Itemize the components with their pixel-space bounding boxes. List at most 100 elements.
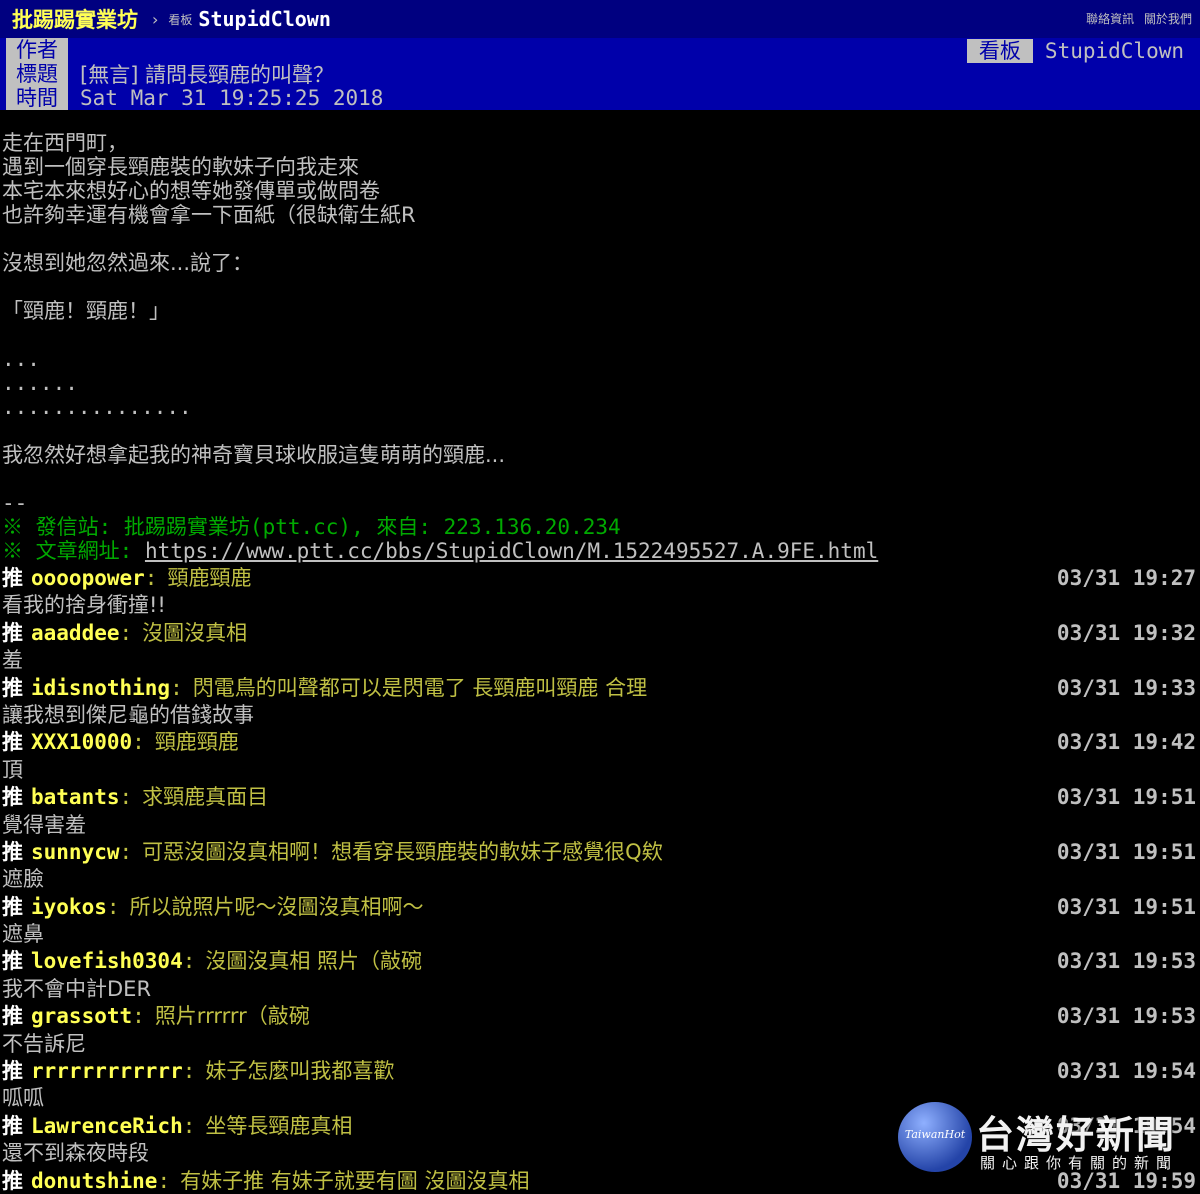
push-user: XXX10000 <box>31 730 133 755</box>
push-message: 閃電鳥的叫聲都可以是閃電了 長頸鹿叫頸鹿 合理 <box>192 675 648 700</box>
push-time: 03/31 19:51 <box>1056 839 1196 864</box>
push-tag: 推 <box>2 949 23 974</box>
push-reply: 覺得害羞 <box>2 812 86 837</box>
push-comment: 推 iyokos: 所以說照片呢～沒圖沒真相啊～ 03/31 19:51 <box>0 894 1200 921</box>
content-line: 我忽然好想拿起我的神奇寶貝球收服這隻萌萌的頸鹿... <box>2 443 506 467</box>
content-line <box>2 323 1198 347</box>
push-comment: 推 grassott: 照片rrrrrr（敲碗 03/31 19:53 <box>0 1003 1200 1030</box>
push-tag: 推 <box>2 620 23 645</box>
push-message: 可惡沒圖沒真相啊！想看穿長頸鹿裝的軟妹子感覺很Q欸 <box>142 839 663 864</box>
push-reply: 羞 <box>2 648 23 673</box>
push-user: rrrrrrrrrrrr <box>31 1059 183 1084</box>
content-line: 沒想到她忽然過來...說了： <box>2 251 254 275</box>
push-reply: 頂 <box>2 757 23 782</box>
push-message: 妹子怎麼叫我都喜歡 <box>205 1059 395 1084</box>
taiwanhot-watermark: TaiwanHot 台灣好新聞 關心跟你有關的新聞 <box>896 1100 1196 1178</box>
push-comment: 推 rrrrrrrrrrrr: 妹子怎麼叫我都喜歡 03/31 19:54 <box>0 1058 1200 1085</box>
time-value: Sat Mar 31 19:25:25 2018 <box>80 86 384 110</box>
push-message: 求頸鹿真面目 <box>142 785 269 810</box>
meta-board-row: 看板 StupidClown <box>966 39 1184 63</box>
meta-time-row: 時間 Sat Mar 31 19:25:25 2018 <box>0 86 383 110</box>
push-message: 所以說照片呢～沒圖沒真相啊～ <box>129 894 424 919</box>
push-comment: 推 aaaddee: 沒圖沒真相 03/31 19:32 <box>0 620 1200 647</box>
push-comment: 推 idisnothing: 閃電鳥的叫聲都可以是閃電了 長頸鹿叫頸鹿 合理 03/3… <box>0 675 1200 702</box>
push-user: idisnothing <box>31 675 171 700</box>
push-time: 03/31 19:51 <box>1056 894 1196 919</box>
push-time: 03/31 19:42 <box>1056 730 1196 755</box>
push-comment: 推 oooopower: 頸鹿頸鹿 03/31 19:27 <box>0 565 1200 592</box>
signature-url-line: ※ 文章網址: https://www.ptt.cc/bbs/StupidClo… <box>2 539 1198 563</box>
board-label: 看板 <box>168 12 193 27</box>
push-time: 03/31 19:51 <box>1056 785 1196 810</box>
push-time: 03/31 19:33 <box>1056 675 1196 700</box>
push-reply: 我不會中計DER <box>2 976 152 1001</box>
push-time: 03/31 19:54 <box>1056 1059 1196 1084</box>
push-user: oooopower <box>31 566 145 590</box>
push-user: iyokos <box>31 894 107 919</box>
push-user: sunnycw <box>31 839 120 864</box>
push-message: 沒圖沒真相 照片（敲碗 <box>205 949 423 974</box>
content-line: -- <box>2 491 28 515</box>
content-line <box>2 467 1198 491</box>
push-user: donutshine <box>31 1168 158 1193</box>
site-home-link[interactable]: 批踢踢實業坊 <box>12 4 138 34</box>
board-tag: 看板 <box>966 39 1033 63</box>
content-line: 走在西門町， <box>2 131 128 155</box>
contact-link[interactable]: 聯絡資訊 <box>1086 12 1134 26</box>
push-message: 有妹子推 有妹子就要有圖 沒圖沒真相 <box>180 1168 530 1193</box>
push-tag: 推 <box>2 566 23 590</box>
push-message: 坐等長頸鹿真相 <box>205 1113 353 1138</box>
push-time: 03/31 19:27 <box>1056 566 1196 590</box>
push-user: aaaddee <box>31 620 120 645</box>
push-tag: 推 <box>2 1168 23 1193</box>
push-comment: 推 XXX10000: 頸鹿頸鹿 03/31 19:42 <box>0 729 1200 756</box>
title-tag: 標題 <box>6 62 68 86</box>
about-link[interactable]: 關於我們 <box>1144 12 1192 26</box>
content-line: ...... <box>2 371 78 395</box>
signature-url-prefix: ※ 文章網址: <box>2 539 145 563</box>
board-value: StupidClown <box>1044 39 1184 63</box>
push-time: 03/31 19:53 <box>1056 949 1196 974</box>
push-message: 沒圖沒真相 <box>142 620 248 645</box>
content-line <box>2 419 1198 443</box>
push-tag: 推 <box>2 839 23 864</box>
push-tag: 推 <box>2 1004 23 1029</box>
watermark-subtitle: 關心跟你有關的新聞 <box>980 1154 1179 1172</box>
time-tag: 時間 <box>6 86 68 110</box>
push-tag: 推 <box>2 785 23 810</box>
author-tag: 作者 <box>6 38 68 62</box>
push-tag: 推 <box>2 1113 23 1138</box>
push-user: lovefish0304 <box>31 949 183 974</box>
push-time: 03/31 19:32 <box>1056 620 1196 645</box>
push-reply: 遮鼻 <box>2 922 44 947</box>
breadcrumb-separator-icon: › <box>152 9 159 29</box>
article-url-link[interactable]: https://www.ptt.cc/bbs/StupidClown/M.152… <box>145 539 878 563</box>
push-tag: 推 <box>2 894 23 919</box>
content-line: 「頸鹿！頸鹿！」 <box>2 299 170 323</box>
push-time: 03/31 19:53 <box>1056 1004 1196 1029</box>
push-comment: 推 batants: 求頸鹿真面目 03/31 19:51 <box>0 784 1200 811</box>
content-line: 也許夠幸運有機會拿一下面紙（很缺衛生紙R <box>2 203 416 227</box>
title-value: [無言] 請問長頸鹿的叫聲？ <box>80 63 335 87</box>
push-comment: 推 lovefish0304: 沒圖沒真相 照片（敲碗 03/31 19:53 <box>0 948 1200 975</box>
article-meta-header: 作者 看板 StupidClown 標題 [無言] 請問長頸鹿的叫聲？ 時間 S… <box>0 38 1200 110</box>
meta-author-row: 作者 <box>0 38 80 62</box>
push-user: batants <box>31 785 120 810</box>
push-tag: 推 <box>2 675 23 700</box>
push-reply: 讓我想到傑尼龜的借錢故事 <box>2 702 254 727</box>
push-message: 頸鹿頸鹿 <box>167 566 252 590</box>
push-user: LawrenceRich <box>31 1113 183 1138</box>
article-content: 走在西門町， 遇到一個穿長頸鹿裝的軟妹子向我走來 本宅本來想好心的想等她發傳單或… <box>2 131 1198 563</box>
top-navigation-bar: 批踢踢實業坊 › 看板 StupidClown 聯絡資訊 關於我們 <box>0 0 1200 38</box>
push-tag: 推 <box>2 1059 23 1084</box>
content-line: 遇到一個穿長頸鹿裝的軟妹子向我走來 <box>2 155 359 179</box>
push-message: 照片rrrrrr（敲碗 <box>154 1004 310 1029</box>
content-line <box>2 227 1198 251</box>
push-reply: 不告訴尼 <box>2 1031 86 1056</box>
push-user: grassott <box>31 1004 133 1029</box>
content-line <box>2 275 1198 299</box>
board-link[interactable]: StupidClown <box>198 7 330 31</box>
push-reply: 看我的捨身衝撞!! <box>2 593 166 618</box>
content-line: ... <box>2 347 40 371</box>
watermark-circle-text: TaiwanHot <box>904 1128 966 1141</box>
